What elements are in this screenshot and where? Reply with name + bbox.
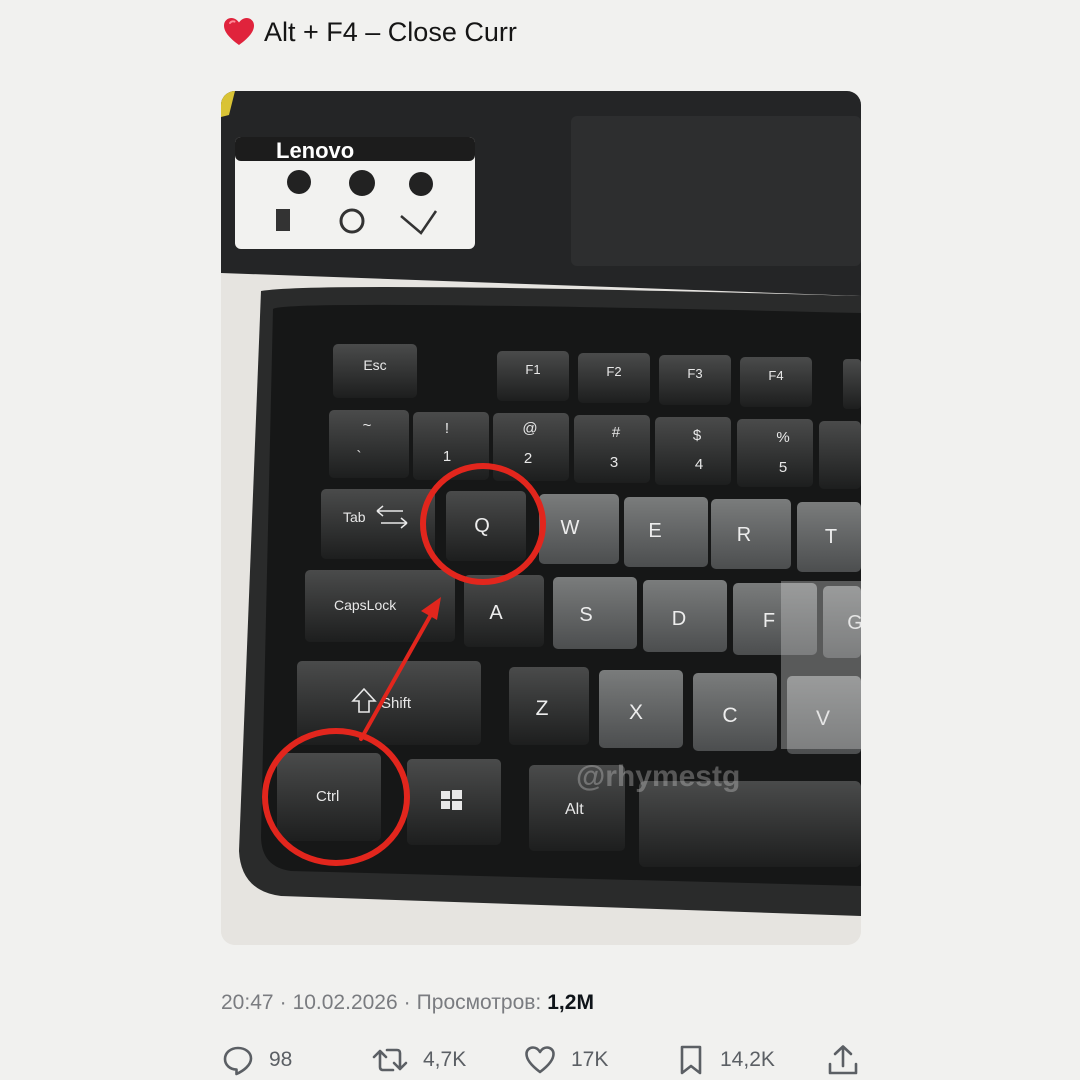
key-esc: Esc	[333, 344, 417, 398]
tweet-date: 10.02.2026	[292, 991, 398, 1014]
svg-text:3: 3	[610, 454, 618, 471]
svg-text:Q: Q	[474, 515, 490, 537]
reply-count: 98	[269, 1048, 293, 1071]
retweet-count: 4,7K	[423, 1048, 467, 1071]
key-f1: F1	[497, 351, 569, 401]
tweet-photo[interactable]: Lenovo Esc F1 F2 F3 F4 ~ ` ! 1 @ 2 # 3 $…	[221, 91, 861, 945]
svg-text:A: A	[489, 602, 503, 624]
views-label: Просмотров:	[416, 991, 542, 1014]
svg-text:Esc: Esc	[363, 357, 386, 373]
svg-text:!: !	[445, 420, 449, 437]
svg-text:%: %	[776, 429, 789, 446]
tweet-text-line: Alt + F4 – Close Curr	[222, 14, 517, 50]
svg-text:Ctrl: Ctrl	[316, 788, 339, 805]
svg-text:Z: Z	[536, 697, 549, 720]
key-f4: F4	[740, 357, 812, 407]
svg-text:F1: F1	[525, 362, 540, 377]
svg-text:R: R	[737, 524, 751, 546]
tweet-text: Alt + F4 – Close Curr	[264, 16, 517, 47]
retweet-button[interactable]: 4,7K	[371, 1043, 466, 1077]
svg-text:`: `	[357, 448, 362, 465]
svg-text:F4: F4	[768, 368, 783, 383]
like-count: 17K	[571, 1048, 609, 1071]
svg-text:$: $	[693, 427, 702, 444]
key-4: $ 4	[655, 417, 731, 485]
key-d: D	[643, 580, 727, 652]
key-s: S	[553, 577, 637, 649]
meta-separator: ·	[279, 991, 287, 1014]
key-r: R	[711, 499, 791, 569]
meta-separator: ·	[403, 991, 411, 1014]
like-button[interactable]: 17K	[523, 1043, 608, 1077]
svg-text:D: D	[672, 608, 686, 630]
retweet-icon	[372, 1048, 408, 1072]
key-a: A	[464, 575, 544, 647]
svg-text:T: T	[825, 526, 837, 548]
key-e: E	[624, 497, 708, 567]
svg-text:C: C	[722, 704, 737, 727]
reply-button[interactable]: 98	[221, 1043, 292, 1077]
svg-text:CapsLock: CapsLock	[334, 597, 397, 613]
svg-text:1: 1	[443, 448, 451, 465]
key-tilde: ~ `	[329, 410, 409, 478]
reply-icon	[223, 1046, 253, 1076]
key-tab: Tab	[321, 489, 435, 559]
heart-icon	[222, 15, 256, 49]
svg-text:F3: F3	[687, 366, 702, 381]
tweet-metadata: 20:47 · 10.02.2026 · Просмотров: 1,2M	[221, 988, 594, 1018]
like-heart-icon	[525, 1046, 555, 1074]
svg-text:S: S	[579, 604, 592, 626]
views-count: 1,2M	[547, 991, 594, 1014]
key-windows	[407, 759, 501, 845]
brand-label: Lenovo	[276, 138, 354, 163]
key-t: T	[797, 502, 861, 572]
key-f2: F2	[578, 353, 650, 403]
key-c: C	[693, 673, 777, 751]
svg-text:Tab: Tab	[343, 509, 366, 525]
key-1: ! 1	[413, 412, 489, 480]
keyboard-photo: Lenovo Esc F1 F2 F3 F4 ~ ` ! 1 @ 2 # 3 $…	[221, 91, 861, 945]
key-space	[639, 781, 861, 867]
key-x: X	[599, 670, 683, 748]
svg-text:W: W	[561, 517, 580, 539]
key-ctrl: Ctrl	[277, 753, 381, 841]
svg-text:Alt: Alt	[565, 801, 584, 818]
share-icon	[828, 1045, 858, 1075]
svg-text:F2: F2	[606, 364, 621, 379]
key-w: W	[539, 494, 619, 564]
svg-text:E: E	[648, 520, 661, 542]
svg-text:4: 4	[695, 456, 703, 473]
svg-text:~: ~	[363, 417, 372, 434]
bookmark-button[interactable]: 14,2K	[676, 1043, 775, 1077]
svg-text:2: 2	[524, 450, 532, 467]
key-z: Z	[509, 667, 589, 745]
bookmark-count: 14,2K	[720, 1048, 775, 1071]
tweet-actions-bar: 98 4,7K 17K 14,2K	[221, 1042, 861, 1078]
key-q: Q	[446, 491, 526, 561]
lenovo-sticker: Lenovo	[235, 137, 475, 249]
key-3: # 3	[574, 415, 650, 483]
svg-text:#: #	[612, 424, 621, 441]
key-5: % 5	[737, 419, 813, 487]
key-f3: F3	[659, 355, 731, 405]
share-button[interactable]	[826, 1043, 860, 1077]
svg-text:@rhymestg: @rhymestg	[576, 760, 740, 793]
svg-text:F: F	[763, 610, 775, 632]
tweet-time: 20:47	[221, 991, 274, 1014]
svg-text:X: X	[629, 701, 643, 724]
svg-text:5: 5	[779, 459, 787, 476]
bookmark-icon	[680, 1045, 702, 1075]
svg-text:@: @	[522, 420, 537, 437]
